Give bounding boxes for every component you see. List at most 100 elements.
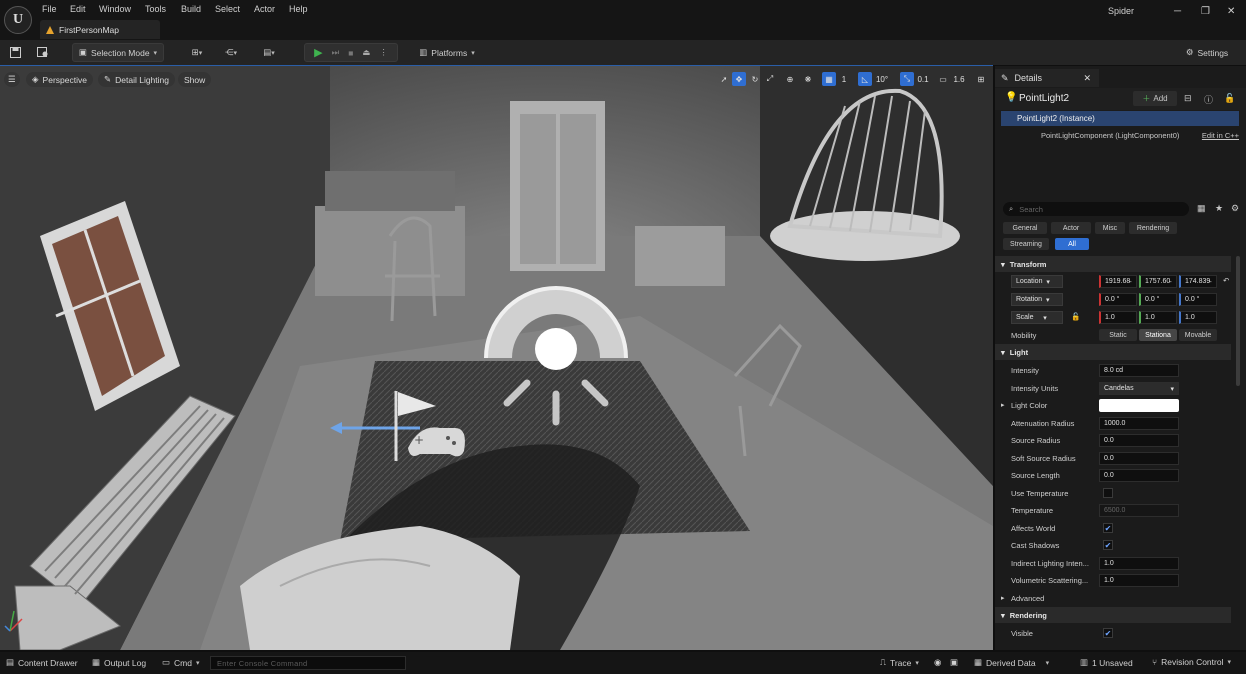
filter-misc[interactable]: Misc xyxy=(1095,222,1125,234)
maximize-icon[interactable]: ❐ xyxy=(1201,6,1210,17)
browse-icon[interactable] xyxy=(34,43,52,62)
filter-rendering[interactable]: Rendering xyxy=(1129,222,1177,234)
angle-snap-value[interactable]: 10° xyxy=(874,72,890,86)
settings-gear-icon[interactable]: ⚙ xyxy=(1231,203,1239,214)
rotation-x[interactable]: 0.0 ° xyxy=(1099,293,1137,306)
world-space-icon[interactable]: ⊕ xyxy=(784,72,796,86)
table-view-icon[interactable]: ▦ xyxy=(1197,203,1206,214)
favorite-star-icon[interactable]: ★ xyxy=(1215,203,1223,214)
filter-streaming[interactable]: Streaming xyxy=(1003,238,1049,250)
rotation-z[interactable]: 0.0 ° xyxy=(1179,293,1217,306)
mobility-movable[interactable]: Movable xyxy=(1179,329,1217,341)
eject-icon[interactable]: ⏏ xyxy=(362,47,370,58)
skip-icon[interactable]: ⏭ xyxy=(332,47,340,58)
view-mode-button[interactable]: ✎ Detail Lighting xyxy=(98,72,175,87)
blueprints-button[interactable]: ⋲ ▾ xyxy=(218,43,244,62)
trace-button[interactable]: ⎍ Trace ▾ xyxy=(880,657,919,668)
menu-actor[interactable]: Actor xyxy=(254,4,275,14)
rotation-dropdown[interactable]: Rotation ▾ xyxy=(1011,293,1063,306)
scale-z[interactable]: 1.0 xyxy=(1179,311,1217,324)
light-color-swatch[interactable] xyxy=(1099,399,1179,412)
perspective-button[interactable]: ◈ Perspective xyxy=(26,72,93,87)
camera-speed-icon[interactable]: ▭ xyxy=(936,72,950,86)
selection-mode-button[interactable]: ▣ Selection Mode ▾ xyxy=(72,43,164,62)
component-tree-instance[interactable]: PointLight2 (Instance) xyxy=(1001,111,1239,126)
add-actor-button[interactable]: ⊞ ▾ xyxy=(184,43,210,62)
menu-window[interactable]: Window xyxy=(99,4,131,14)
mobility-static[interactable]: Static xyxy=(1099,329,1137,341)
save-icon[interactable] xyxy=(6,43,24,62)
location-dropdown[interactable]: Location ▾ xyxy=(1011,275,1063,288)
filter-general[interactable]: General xyxy=(1003,222,1047,234)
location-z[interactable]: 174.839̵ xyxy=(1179,275,1217,288)
camera-speed-value[interactable]: 1.6 xyxy=(951,72,967,86)
cmd-button[interactable]: ▭ Cmd ▾ xyxy=(162,657,200,668)
filter-actor[interactable]: Actor xyxy=(1051,222,1091,234)
angle-snap-icon[interactable]: ◺ xyxy=(858,72,872,86)
scale-x[interactable]: 1.0 xyxy=(1099,311,1137,324)
advanced-row[interactable]: ▸ Advanced xyxy=(999,590,1235,607)
help-icon[interactable]: ⓘ xyxy=(1204,93,1213,106)
component-tree-item[interactable]: PointLightComponent (LightComponent0) Ed… xyxy=(1001,128,1239,142)
translate-icon[interactable]: ✥ xyxy=(732,72,746,86)
blueprint-convert-icon[interactable]: ⊟ xyxy=(1184,93,1192,104)
map-tab[interactable]: FirstPersonMap xyxy=(40,20,160,39)
screenshot-icon[interactable]: ▣ xyxy=(950,657,958,668)
play-icon[interactable]: ▶ xyxy=(314,46,322,59)
scale-snap-value[interactable]: 0.1 xyxy=(915,72,931,86)
source-radius-field[interactable]: 0.0 xyxy=(1099,434,1179,447)
unreal-logo-icon[interactable]: U xyxy=(4,6,32,34)
close-tab-icon[interactable]: ✕ xyxy=(1083,73,1091,84)
menu-select[interactable]: Select xyxy=(215,4,240,14)
stop-icon[interactable]: ■ xyxy=(348,48,353,58)
cinematics-button[interactable]: ▤ ▾ xyxy=(256,43,282,62)
indirect-lighting-field[interactable]: 1.0 xyxy=(1099,557,1179,570)
rendering-section[interactable]: ▾ Rendering xyxy=(995,607,1231,623)
show-button[interactable]: Show xyxy=(178,72,212,87)
close-window-icon[interactable]: ✕ xyxy=(1227,6,1235,17)
transform-section[interactable]: ▾ Transform xyxy=(995,256,1231,272)
mobility-stationary[interactable]: Stationa xyxy=(1139,329,1177,341)
lock-icon[interactable]: 🔓 xyxy=(1224,93,1235,104)
reset-arrow-icon[interactable]: ↶ xyxy=(1223,276,1229,285)
add-component-button[interactable]: ＋ Add xyxy=(1133,91,1177,106)
source-length-field[interactable]: 0.0 xyxy=(1099,469,1179,482)
viewport-menu-button[interactable]: ☰ xyxy=(4,72,20,87)
output-log-button[interactable]: ▦ Output Log xyxy=(92,657,146,668)
location-y[interactable]: 1757.60̵ xyxy=(1139,275,1177,288)
visible-checkbox[interactable]: ✔ xyxy=(1103,628,1113,638)
layout-icon[interactable]: ⊞ xyxy=(974,72,988,86)
rotate-icon[interactable]: ↻ xyxy=(749,72,761,86)
details-search[interactable]: ⌕ Search xyxy=(1003,202,1189,216)
soft-radius-field[interactable]: 0.0 xyxy=(1099,452,1179,465)
attenuation-field[interactable]: 1000.0 xyxy=(1099,417,1179,430)
scale-snap-icon[interactable]: ⤡ xyxy=(900,72,914,86)
grid-snap-value[interactable]: 1 xyxy=(838,72,850,86)
filter-all[interactable]: All xyxy=(1055,238,1089,250)
platforms-button[interactable]: ▥ Platforms ▾ xyxy=(414,43,480,62)
scale-lock-icon[interactable]: 🔓 xyxy=(1071,312,1080,321)
content-drawer-button[interactable]: ▤ Content Drawer xyxy=(6,657,78,668)
menu-edit[interactable]: Edit xyxy=(70,4,86,14)
location-x[interactable]: 1919.68̵ xyxy=(1099,275,1137,288)
menu-file[interactable]: File xyxy=(42,4,57,14)
settings-button[interactable]: ⚙ Settings xyxy=(1176,43,1238,62)
unsaved-button[interactable]: ▥ 1 Unsaved xyxy=(1080,657,1133,668)
scale-y[interactable]: 1.0 xyxy=(1139,311,1177,324)
console-input[interactable]: Enter Console Command xyxy=(210,656,406,670)
affects-world-checkbox[interactable]: ✔ xyxy=(1103,523,1113,533)
more-options-icon[interactable]: ⋮ xyxy=(379,47,388,58)
details-tab[interactable]: ✎ Details ✕ xyxy=(995,69,1099,87)
menu-build[interactable]: Build xyxy=(181,4,201,14)
light-section[interactable]: ▾ Light xyxy=(995,344,1231,360)
menu-tools[interactable]: Tools xyxy=(145,4,166,14)
chevron-right-icon[interactable]: ▸ xyxy=(1001,401,1005,409)
temperature-field[interactable]: 6500.0 xyxy=(1099,504,1179,517)
intensity-field[interactable]: 8.0 cd xyxy=(1099,364,1179,377)
scale-icon[interactable]: ⤢ xyxy=(764,72,776,86)
select-mode-icon[interactable]: ➚ xyxy=(718,72,730,86)
scale-dropdown[interactable]: Scale ▾ xyxy=(1011,311,1063,324)
level-viewport[interactable]: + ☰ ◈ Perspective ✎ Detail Lighting Show… xyxy=(0,66,993,650)
menu-help[interactable]: Help xyxy=(289,4,308,14)
record-icon[interactable]: ◉ xyxy=(934,657,941,668)
